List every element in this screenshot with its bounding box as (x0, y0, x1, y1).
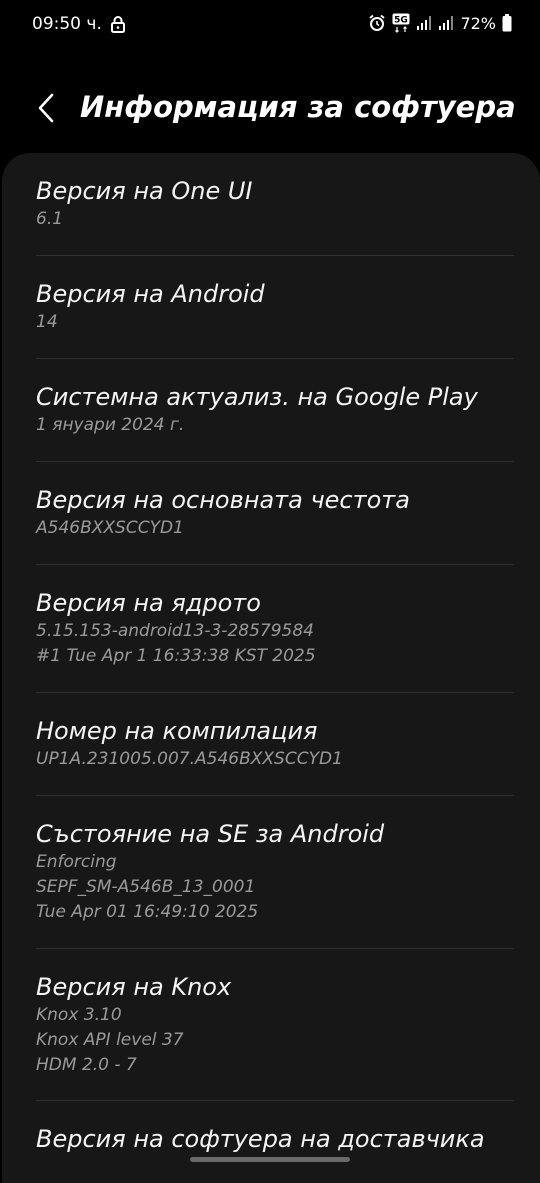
list-item-kernel-version[interactable]: Версия на ядрото 5.15.153-android13-3-28… (2, 565, 540, 693)
signal-icon (416, 15, 432, 31)
list-item-title: Версия на Android (36, 280, 265, 308)
list-item-value: HDM 2.0 - 7 (36, 1055, 137, 1075)
lock-icon (110, 15, 126, 33)
list-item-vendor-software-version[interactable]: Версия на софтуера на доставчика (2, 1101, 540, 1183)
list-item-value: 1 януари 2024 г. (36, 415, 185, 435)
status-right: 5G 72% (368, 13, 512, 33)
list-item-google-play-update[interactable]: Системна актуализ. на Google Play 1 януа… (2, 359, 540, 462)
list-item-value: 6.1 (36, 209, 64, 229)
list-item-title: Състояние на SE за Android (36, 820, 385, 848)
status-left: 09:50 ч. (32, 14, 126, 34)
list-item-value: Knox API level 37 (36, 1030, 184, 1050)
list-item-se-android-status[interactable]: Състояние на SE за Android Enforcing SEP… (2, 796, 540, 949)
5g-icon: 5G (392, 13, 410, 33)
list-item-knox-version[interactable]: Версия на Knox Knox 3.10 Knox API level … (2, 949, 540, 1101)
list-item-one-ui-version[interactable]: Версия на One UI 6.1 (2, 153, 540, 256)
header: Информация за софтуера (0, 80, 540, 140)
list-item-title: Версия на софтуера на доставчика (36, 1125, 485, 1153)
list-item-android-version[interactable]: Версия на Android 14 (2, 256, 540, 359)
list-item-value: UP1A.231005.007.A546BXXSCCYD1 (36, 749, 343, 769)
list-item-title: Версия на Knox (36, 973, 232, 1001)
battery-icon (502, 14, 512, 32)
settings-list: Версия на One UI 6.1 Версия на Android 1… (2, 153, 540, 1183)
list-item-value: #1 Tue Apr 1 16:33:38 KST 2025 (36, 646, 316, 666)
svg-text:5G: 5G (395, 16, 409, 26)
status-time: 09:50 ч. (32, 14, 102, 34)
list-item-value: A546BXXSCCYD1 (36, 518, 184, 538)
page-title: Информация за софтуера (80, 90, 516, 124)
list-item-title: Версия на One UI (36, 177, 253, 205)
list-item-value: 5.15.153-android13-3-28579584 (36, 621, 314, 641)
list-item-value: Knox 3.10 (36, 1005, 122, 1025)
list-item-title: Системна актуализ. на Google Play (36, 383, 478, 411)
signal-icon (438, 15, 454, 31)
back-button[interactable] (26, 88, 66, 128)
list-item-build-number[interactable]: Номер на компилация UP1A.231005.007.A546… (2, 693, 540, 796)
list-item-value: Tue Apr 01 16:49:10 2025 (36, 902, 259, 922)
list-item-value: Enforcing (36, 852, 117, 872)
list-item-title: Версия на ядрото (36, 589, 261, 617)
list-item-baseband-version[interactable]: Версия на основната честота A546BXXSCCYD… (2, 462, 540, 565)
status-bar: 09:50 ч. 5G 72% (0, 0, 540, 50)
list-item-title: Версия на основната честота (36, 486, 410, 514)
chevron-left-icon (36, 93, 56, 123)
list-item-title: Номер на компилация (36, 717, 318, 745)
list-item-value: 14 (36, 312, 58, 332)
battery-percent: 72% (460, 13, 496, 33)
alarm-icon (368, 14, 386, 32)
list-item-value: SEPF_SM-A546B_13_0001 (36, 877, 256, 897)
home-indicator[interactable] (190, 1157, 350, 1162)
